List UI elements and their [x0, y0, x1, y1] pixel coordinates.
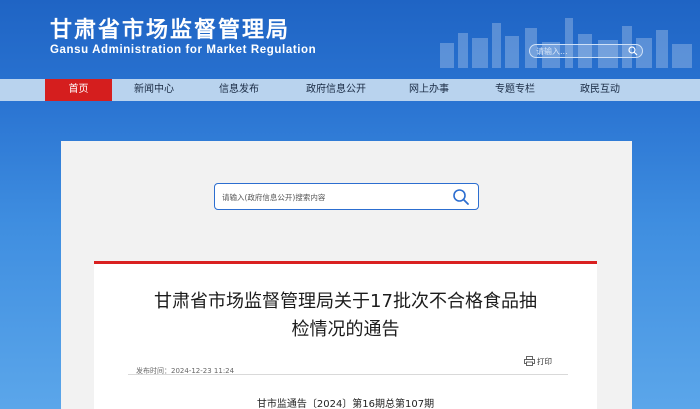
nav-item-info-release[interactable]: 信息发布 — [206, 79, 272, 101]
nav-item-online-service[interactable]: 网上办事 — [396, 79, 462, 101]
print-button[interactable]: 打印 — [524, 356, 552, 367]
meta-divider — [128, 374, 568, 375]
city-skyline-decoration — [440, 18, 692, 68]
article-title-line-2: 检情况的通告 — [291, 319, 400, 340]
print-label: 打印 — [537, 357, 552, 366]
main-nav: 首页 新闻中心 信息发布 政府信息公开 网上办事 专题专栏 政民互动 — [0, 79, 700, 101]
header-search-input[interactable] — [536, 45, 626, 57]
gov-info-search-input[interactable] — [222, 190, 442, 204]
site-title[interactable]: 甘肃省市场监督管理局 — [50, 12, 290, 44]
search-icon[interactable] — [452, 188, 470, 206]
article-title-line-1: 甘肃省市场监督管理局关于17批次不合格食品抽 — [154, 291, 537, 312]
nav-item-news[interactable]: 新闻中心 — [121, 79, 187, 101]
site-subtitle: Gansu Administration for Market Regulati… — [50, 44, 317, 56]
search-icon[interactable] — [628, 46, 638, 56]
nav-item-home[interactable]: 首页 — [45, 79, 112, 101]
site-header: 甘肃省市场监督管理局 Gansu Administration for Mark… — [0, 0, 700, 79]
nav-item-interaction[interactable]: 政民互动 — [567, 79, 633, 101]
gov-info-search-box[interactable] — [214, 183, 479, 210]
header-search-box[interactable] — [529, 44, 643, 58]
article-title: 甘肃省市场监督管理局关于17批次不合格食品抽 检情况的通告 — [94, 288, 597, 344]
nav-item-gov-info[interactable]: 政府信息公开 — [296, 79, 376, 101]
article-card: 甘肃省市场监督管理局关于17批次不合格食品抽 检情况的通告 发布时间：2024-… — [94, 261, 597, 409]
nav-item-special-topics[interactable]: 专题专栏 — [482, 79, 548, 101]
printer-icon — [524, 356, 535, 366]
document-number: 甘市监通告〔2024〕第16期总第107期 — [256, 399, 435, 409]
